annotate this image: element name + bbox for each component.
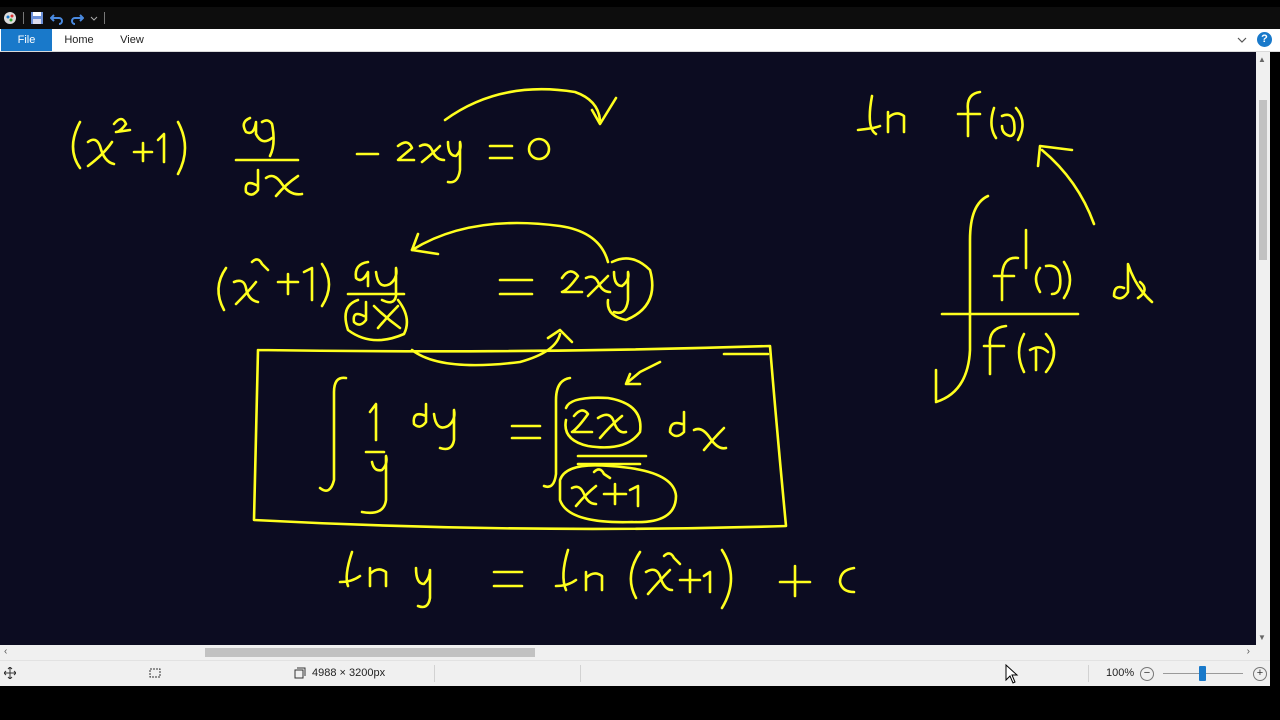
quick-access-toolbar (3, 10, 105, 26)
drawing-canvas[interactable] (0, 52, 1256, 645)
status-separator (434, 665, 435, 682)
scroll-down-icon[interactable]: ▼ (1258, 633, 1266, 642)
redo-icon[interactable] (70, 11, 84, 25)
image-dimensions: 4988 × 3200px (294, 667, 385, 679)
status-separator (580, 665, 581, 682)
taskbar-strip (0, 686, 1280, 720)
horizontal-scrollbar[interactable]: ‹ › (0, 645, 1256, 660)
scroll-left-icon[interactable]: ‹ (4, 646, 7, 657)
handwritten-math-drawing (71, 87, 1154, 610)
zoom-slider-thumb[interactable] (1199, 666, 1206, 681)
vertical-scrollbar[interactable]: ▲ ▼ (1256, 52, 1270, 645)
qat-separator (23, 12, 24, 24)
minimize-ribbon-chevron-icon[interactable] (1237, 36, 1247, 44)
save-icon[interactable] (30, 11, 44, 25)
title-bar (0, 7, 1280, 29)
vertical-scroll-thumb[interactable] (1259, 100, 1267, 260)
image-dimensions-text: 4988 × 3200px (312, 667, 386, 679)
undo-icon[interactable] (50, 11, 64, 25)
horizontal-scroll-thumb[interactable] (205, 648, 535, 657)
tab-file[interactable]: File (1, 29, 52, 51)
qat-separator (104, 12, 105, 24)
ribbon-tab-bar: File Home View ? (0, 29, 1280, 52)
zoom-level[interactable]: 100% (1106, 667, 1134, 679)
selection-size-icon (149, 668, 161, 678)
tab-view[interactable]: View (112, 29, 152, 51)
ribbon-controls: ? (1237, 32, 1272, 47)
scroll-up-icon[interactable]: ▲ (1258, 55, 1266, 64)
mouse-pointer-icon (1005, 664, 1019, 684)
image-size-icon (294, 667, 306, 679)
scroll-right-icon[interactable]: › (1247, 646, 1250, 657)
status-bar: 4988 × 3200px 100% − + (0, 660, 1270, 686)
help-icon[interactable]: ? (1257, 32, 1272, 47)
zoom-out-icon[interactable]: − (1140, 667, 1154, 681)
tab-home[interactable]: Home (58, 29, 100, 51)
zoom-in-icon[interactable]: + (1253, 667, 1267, 681)
cursor-position-icon (4, 667, 16, 679)
paint-app-icon[interactable] (3, 11, 17, 25)
scrollbar-corner (1256, 645, 1270, 660)
customize-qat-icon[interactable] (90, 13, 98, 23)
status-separator (1088, 665, 1089, 682)
